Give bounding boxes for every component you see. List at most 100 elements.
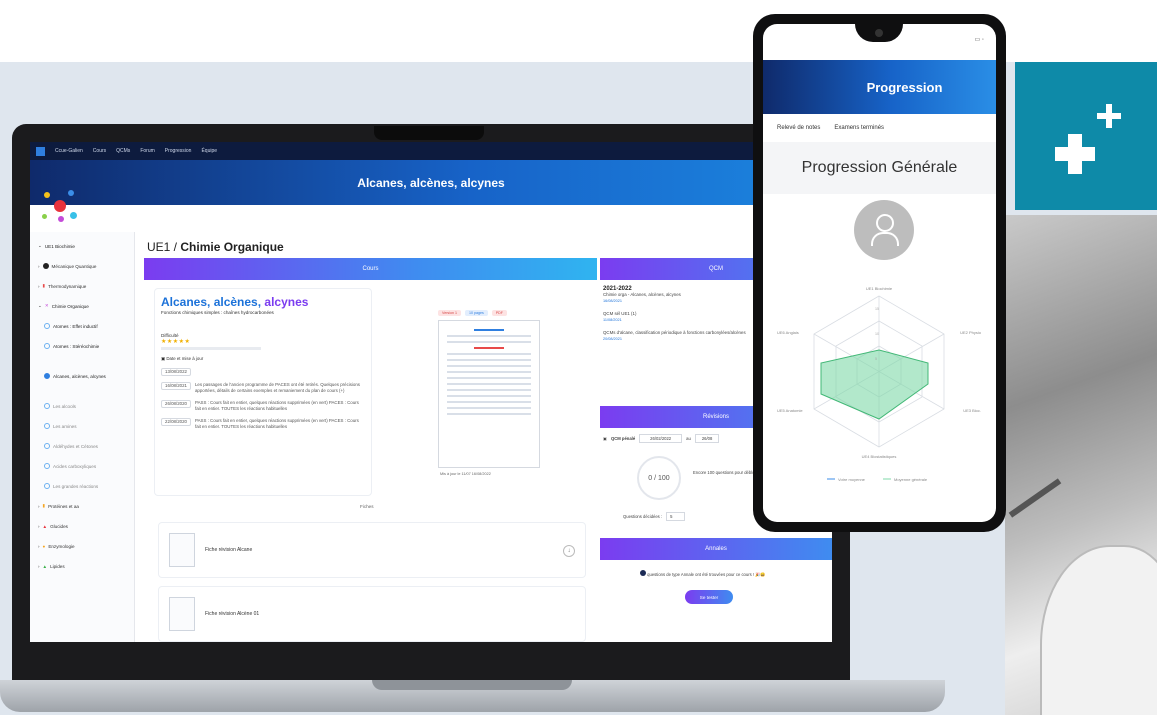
- date-label: Date et mise à jour: [166, 356, 204, 361]
- laptop-camera-notch: [374, 126, 484, 140]
- progress-dot-icon: [44, 373, 50, 379]
- enzyme-icon: ●: [42, 543, 46, 549]
- section-title-text: Progression Générale: [801, 159, 958, 176]
- user-avatar-icon[interactable]: [854, 200, 914, 260]
- sidebar-lesson[interactable]: Les alcools: [34, 396, 130, 416]
- sidebar-lesson[interactable]: Atomes : Stéréochimie: [34, 336, 130, 356]
- background-photo: [1005, 215, 1157, 715]
- sidebar-label: Acides carboxyliques: [53, 463, 97, 469]
- tag-version: Version 1: [438, 310, 461, 316]
- fiche-card[interactable]: Fiche révision Alcène 01: [158, 586, 586, 642]
- phone-status-icons: ▭ ◦: [974, 37, 984, 43]
- sugar-icon: ▲: [42, 523, 48, 529]
- fiches-label: Fiches: [360, 504, 374, 509]
- hand-shape: [1040, 545, 1157, 715]
- period-from-input[interactable]: 26/02/2022: [639, 434, 683, 443]
- radar-tick-label: 10: [875, 332, 879, 336]
- atom-icon: [42, 263, 49, 269]
- sidebar-lesson[interactable]: Les grandes réactions: [34, 476, 130, 496]
- sidebar-item-lipides[interactable]: › ▲ Lipides: [34, 556, 130, 576]
- sidebar-lesson[interactable]: Acides carboxyliques: [34, 456, 130, 476]
- sidebar-label: Glucides: [50, 523, 68, 529]
- sidebar-label: Lipides: [50, 563, 65, 569]
- phone-tabs: Relevé de notes Examens terminés: [763, 114, 996, 142]
- fiche-title: Fiche révision Alcane: [205, 547, 253, 553]
- brand-logo-icon: [36, 146, 45, 156]
- nav-forum[interactable]: Forum: [140, 148, 154, 154]
- questions-input[interactable]: 5: [666, 512, 686, 521]
- course-title: Alcanes, alcènes, alcynes: [161, 295, 365, 309]
- fiche-thumbnail: [169, 597, 195, 631]
- radar-chart: UE1 Biochimie UE2 Physio UE3 Bioc. UE4 B…: [777, 286, 982, 482]
- sidebar-item-ue1[interactable]: ⌄ UE1 Biochimie: [34, 236, 130, 256]
- progress-dot-icon: [44, 403, 50, 409]
- chevron-right-icon: ›: [38, 543, 40, 549]
- legend-label: Votre moyenne: [838, 477, 866, 482]
- sidebar-item-glucides[interactable]: › ▲ Glucides: [34, 516, 130, 536]
- sidebar-item-mecanique[interactable]: › Mécanique Quantique: [34, 256, 130, 276]
- period-to-input[interactable]: 26/08: [694, 434, 720, 443]
- phone-section-title: Progression Générale: [763, 142, 996, 194]
- sidebar-lesson[interactable]: Les amines: [34, 416, 130, 436]
- course-card: Alcanes, alcènes, alcynes Fonctions chim…: [154, 288, 372, 496]
- sidebar-item-thermo[interactable]: › ▮ Thermodynamique: [34, 276, 130, 296]
- laptop-screen: Ccue-Galien Cours QCMs Forum Progression…: [30, 142, 832, 642]
- chevron-down-icon: ⌄: [38, 243, 42, 248]
- document-tags: Version 1 10 pages PDF: [438, 310, 507, 316]
- timeline-entry: 16/08/2021 Les passages de l'ancien progr…: [161, 382, 365, 394]
- sidebar-lesson[interactable]: Atomes : Effet inductif: [34, 316, 130, 336]
- molecule-icon: ✕: [44, 303, 49, 308]
- sidebar-item-chimie[interactable]: ⌄ ✕ Chimie Organique: [34, 296, 130, 316]
- timeline-date: 13/08/2022: [161, 368, 191, 376]
- lipid-icon: ▲: [42, 563, 48, 569]
- tab-releve-notes[interactable]: Relevé de notes: [777, 125, 820, 131]
- period-to-label: au: [686, 436, 691, 441]
- breadcrumb-ue[interactable]: UE1: [147, 240, 170, 254]
- sidebar-lesson-active[interactable]: Alcanes, alcènes, alcynes: [34, 356, 130, 396]
- chevron-right-icon: ›: [38, 263, 40, 269]
- nav-equipe[interactable]: Équipe: [201, 148, 217, 154]
- nav-cours[interactable]: Cours: [93, 148, 106, 154]
- download-icon[interactable]: ↓: [563, 545, 575, 557]
- timeline-date: 26/08/2020: [161, 400, 191, 408]
- course-sidebar: ⌄ UE1 Biochimie › Mécanique Quantique › ▮ Th…: [30, 232, 135, 642]
- fiche-title: Fiche révision Alcène 01: [205, 611, 260, 617]
- sidebar-item-enzymo[interactable]: › ● Enzymologie: [34, 536, 130, 556]
- brand-name[interactable]: Ccue-Galien: [55, 148, 83, 154]
- tag-pages: 10 pages: [464, 310, 488, 316]
- course-pdf-preview[interactable]: [438, 320, 540, 468]
- sidebar-label: Les amines: [53, 423, 77, 429]
- breadcrumb-current: Chimie Organique: [180, 240, 284, 254]
- timeline-entry: 22/08/2020 PASS : Cours fait en entier, q…: [161, 418, 365, 430]
- sidebar-lesson[interactable]: Aldéhydes et Cétones: [34, 436, 130, 456]
- radar-axis-label: UE3 Bioc.: [963, 408, 981, 413]
- nav-qcms[interactable]: QCMs: [116, 148, 130, 154]
- sidebar-label: Les alcools: [53, 403, 76, 409]
- course-banner: Alcanes, alcènes, alcynes: [30, 160, 832, 205]
- page-title: UE1 / Chimie Organique: [147, 240, 284, 254]
- progress-dot-icon: [44, 463, 50, 469]
- course-subtitle: Fonctions chimiques simples : chaînes hy…: [161, 310, 274, 315]
- phone-mockup: ▭ ◦ Progression Relevé de notes Examens …: [753, 14, 1006, 532]
- progress-dot-icon: [44, 443, 50, 449]
- sidebar-label: Mécanique Quantique: [51, 263, 97, 269]
- timeline-entry: 26/08/2020 PASS : Cours fait en entier, q…: [161, 400, 365, 412]
- nav-progression[interactable]: Progression: [165, 148, 192, 154]
- tab-examens-termines[interactable]: Examens terminés: [834, 125, 884, 131]
- annales-header-label: Annales: [705, 546, 727, 552]
- phone-camera-icon: [875, 29, 883, 37]
- radar-axis-label: UE4 Biostatistiques: [862, 454, 897, 459]
- sidebar-label: Aldéhydes et Cétones: [53, 443, 98, 449]
- fiche-card[interactable]: Fiche révision Alcane ↓: [158, 522, 586, 578]
- timeline-entry: 13/08/2022: [161, 368, 365, 376]
- stage: Ccue-Galien Cours QCMs Forum Progression…: [0, 0, 1157, 715]
- chevron-down-icon: ⌄: [38, 303, 42, 308]
- sidebar-item-proteines[interactable]: › ▮ Protéines et aa: [34, 496, 130, 516]
- annales-header: Annales: [600, 538, 832, 560]
- difficulty-stars: ★★★★★: [161, 339, 191, 345]
- radar-tick-label: 5: [875, 357, 877, 361]
- se-tester-button[interactable]: Se tester: [685, 590, 733, 604]
- revisions-header-label: Révisions: [702, 414, 729, 420]
- legend-label: Moyenne générale: [894, 477, 928, 482]
- cours-header: Cours: [144, 258, 597, 280]
